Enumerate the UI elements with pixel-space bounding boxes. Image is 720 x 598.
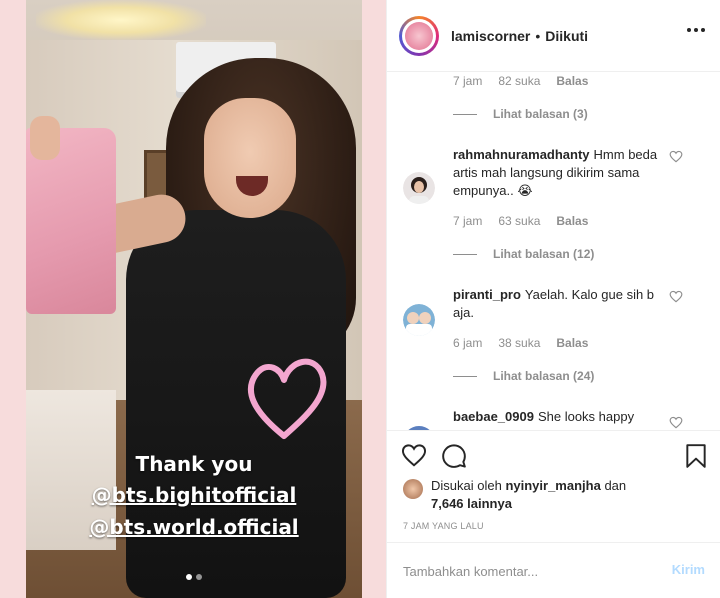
comment-meta: 7 jam 63 suka Balas: [453, 214, 588, 228]
avatar-ring: [402, 18, 436, 53]
likes-summary: Disukai oleh nyinyir_manjha dan 7,646 la…: [431, 477, 701, 513]
liker-username[interactable]: nyinyir_manjha: [505, 478, 600, 493]
comment-input[interactable]: [403, 561, 643, 581]
bookmark-icon[interactable]: [683, 443, 709, 469]
carousel-indicator: [186, 574, 202, 580]
heart-icon[interactable]: [401, 443, 427, 469]
comment-body: rahmahnuramadhanty Hmm beda artis mah lan…: [453, 146, 671, 200]
comment-time: 7 jam: [453, 214, 483, 228]
caption-mention-1[interactable]: @bts.bighitofficial: [26, 483, 362, 507]
post-media-panel: Thank you @bts.bighitofficial @bts.world…: [0, 0, 386, 598]
carousel-dot: [196, 574, 202, 580]
reply-button[interactable]: Balas: [556, 214, 588, 228]
post-actions: Disukai oleh nyinyir_manjha dan 7,646 la…: [387, 430, 720, 542]
speech-bubble-icon[interactable]: [441, 443, 467, 469]
comment-meta: 7 jam 82 suka Balas: [453, 74, 588, 88]
comment-item: baebae_0909 She looks happy: [403, 408, 703, 430]
heart-icon[interactable]: [669, 290, 683, 304]
replies-line: [453, 113, 477, 115]
comment-time: 7 jam: [453, 74, 483, 88]
person-hand: [30, 116, 60, 160]
more-dot: [694, 28, 698, 32]
comment-item: rahmahnuramadhanty Hmm beda artis mah lan…: [403, 146, 703, 216]
view-replies-button[interactable]: Lihat balasan (3): [453, 107, 588, 121]
view-replies-label: Lihat balasan (12): [493, 247, 595, 261]
caption-mention-2[interactable]: @bts.world.official: [26, 515, 362, 539]
avatar[interactable]: [403, 172, 435, 204]
likes-middle: dan: [604, 478, 627, 493]
view-replies-label: Lihat balasan (3): [493, 107, 588, 121]
account-username[interactable]: lamiscorner: [451, 28, 530, 44]
avatar-image-icon: [403, 172, 435, 204]
comment-content: She looks happy: [537, 409, 635, 424]
caption-thank-you: Thank you: [135, 452, 253, 476]
likes-prefix: Disukai oleh: [431, 478, 502, 493]
post-header: lamiscorner • Diikuti: [387, 0, 720, 72]
post-side-panel: lamiscorner • Diikuti 7 jam 82 suka Bala…: [386, 0, 720, 598]
view-replies-button[interactable]: Lihat balasan (12): [453, 247, 594, 261]
heart-icon[interactable]: [669, 416, 683, 430]
header-separator: •: [535, 27, 541, 44]
more-options-icon[interactable]: [687, 28, 705, 32]
reply-button[interactable]: Balas: [556, 336, 588, 350]
comment-username[interactable]: rahmahnuramadhanty: [453, 147, 590, 162]
more-dot: [687, 28, 691, 32]
comment-body: piranti_pro Yaelah. Kalo gue sih b aja.: [453, 286, 671, 322]
carousel-dot-active: [186, 574, 192, 580]
comment-body: baebae_0909 She looks happy: [453, 408, 671, 426]
comment-likes[interactable]: 38 suka: [498, 336, 540, 350]
replies-line: [453, 253, 477, 255]
person-face: [204, 98, 296, 218]
liker-avatar[interactable]: [403, 479, 423, 499]
avatar-image-icon: [403, 304, 435, 336]
comment-likes[interactable]: 82 suka: [498, 74, 540, 88]
comment-meta: 6 jam 38 suka Balas: [453, 336, 588, 350]
comment-time: 6 jam: [453, 336, 483, 350]
reply-button[interactable]: Balas: [556, 74, 588, 88]
send-button[interactable]: Kirim: [672, 562, 705, 577]
comments-list[interactable]: 7 jam 82 suka Balas Lihat balasan (3) ra…: [387, 72, 720, 430]
view-replies-label: Lihat balasan (24): [493, 369, 595, 383]
account-logo: [405, 21, 433, 50]
post-timestamp[interactable]: 7 JAM YANG LALU: [403, 521, 484, 531]
comment-likes[interactable]: 63 suka: [498, 214, 540, 228]
likes-count-link[interactable]: 7,646 lainnya: [431, 496, 512, 511]
comment-username[interactable]: piranti_pro: [453, 287, 521, 302]
ceiling-light: [36, 0, 206, 40]
heart-icon[interactable]: [669, 150, 683, 164]
heart-sticker-icon: [247, 358, 327, 439]
story-video[interactable]: Thank you @bts.bighitofficial @bts.world…: [26, 0, 362, 598]
more-dot: [701, 28, 705, 32]
follow-status-button[interactable]: Diikuti: [545, 28, 588, 44]
comment-username[interactable]: baebae_0909: [453, 409, 534, 424]
account-avatar[interactable]: [399, 15, 439, 56]
comment-composer: Kirim: [387, 542, 720, 598]
view-replies-button[interactable]: Lihat balasan (24): [453, 369, 594, 383]
comment-item: piranti_pro Yaelah. Kalo gue sih b aja.: [403, 286, 703, 336]
avatar[interactable]: [403, 304, 435, 336]
replies-line: [453, 375, 477, 377]
